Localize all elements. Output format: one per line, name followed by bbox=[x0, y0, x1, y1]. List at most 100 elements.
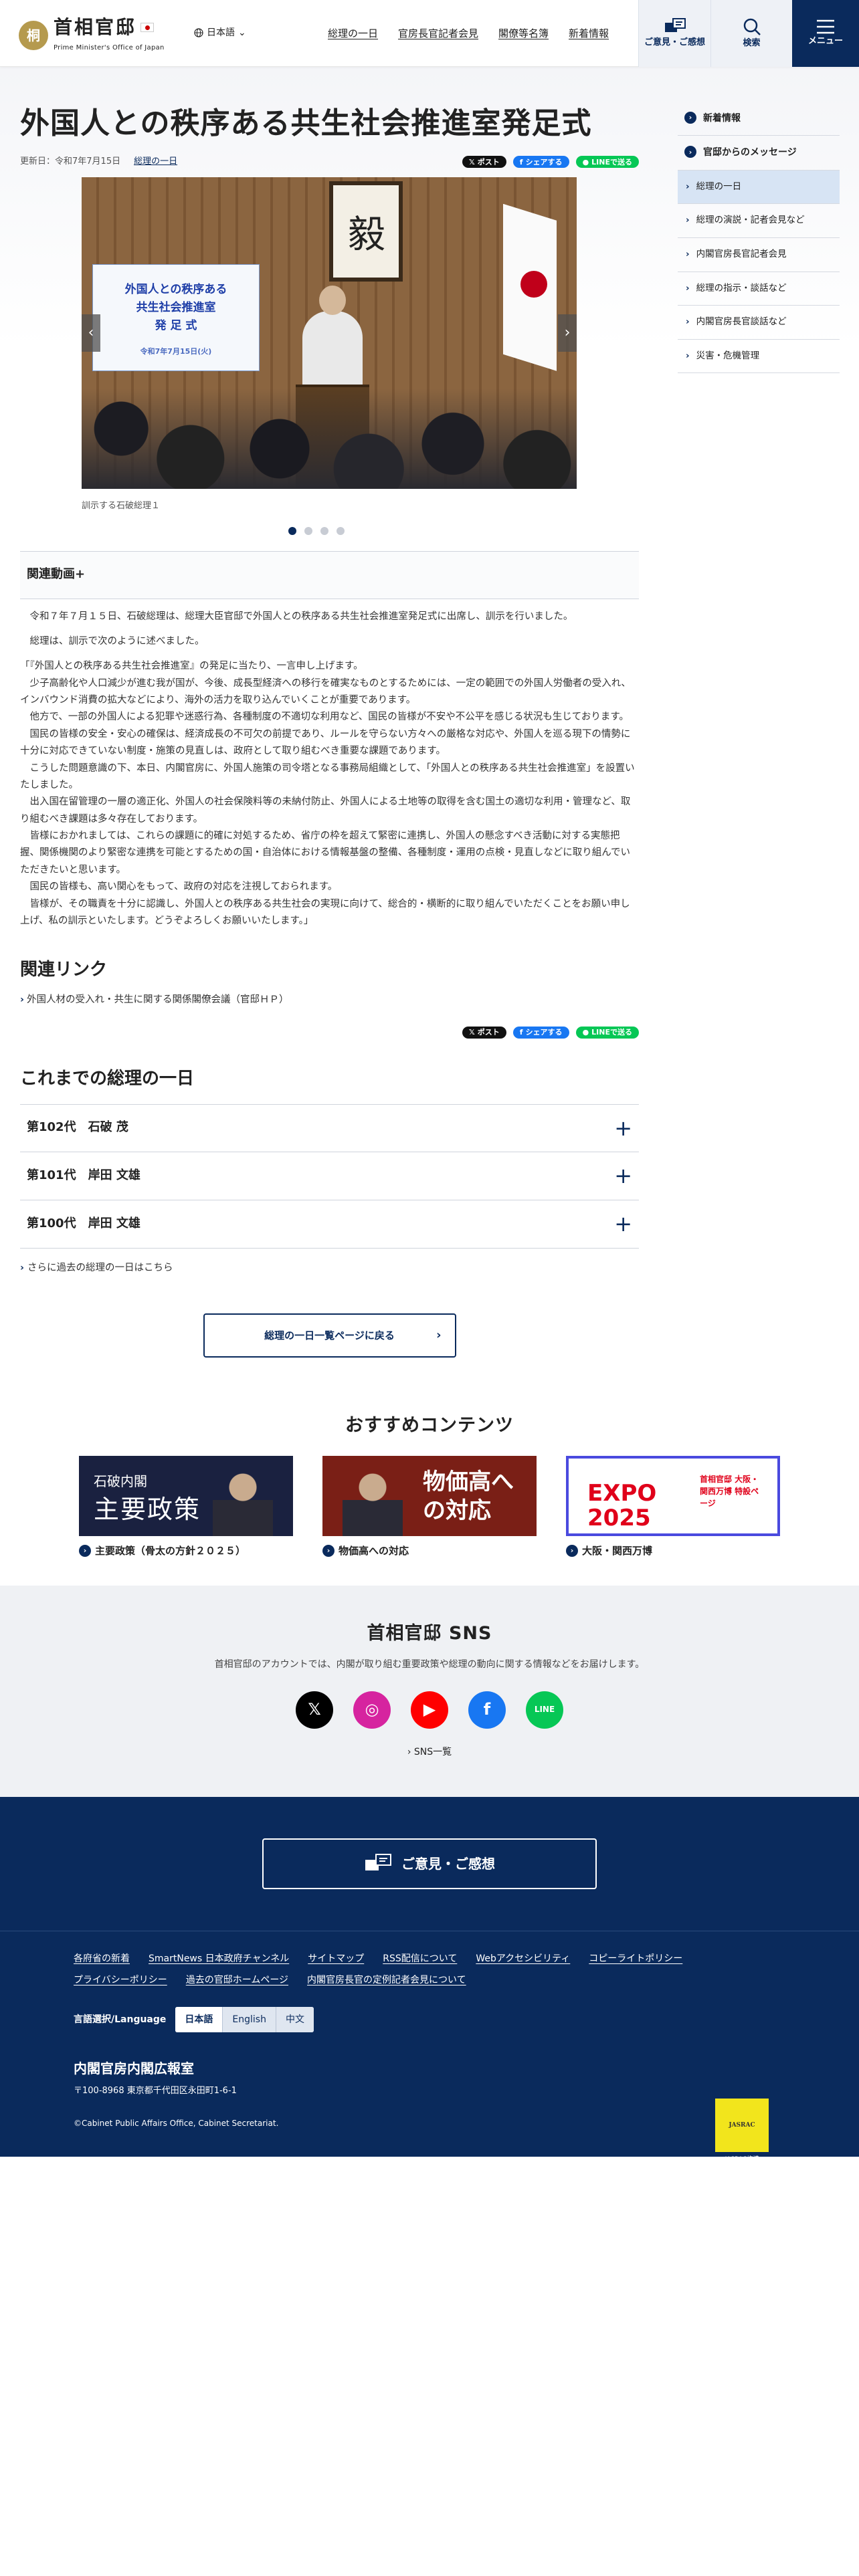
opinion-section: ご意見・ご感想 bbox=[0, 1797, 859, 1931]
slider-dot[interactable] bbox=[320, 526, 328, 535]
recommend-card-expo[interactable]: EXPO 2025 首相官邸 大阪・関西万博 特設ページ › 大阪・関西万博 bbox=[566, 1456, 780, 1559]
sidebar-item[interactable]: › 総理の演説・記者会見など bbox=[678, 204, 840, 238]
sidebar-item-label: 総理の指示・談話など bbox=[696, 282, 787, 294]
nav-item[interactable]: 官房長官記者会見 bbox=[398, 25, 478, 41]
language-switcher: 言語選択/Language 日本語 English 中文 bbox=[74, 2006, 859, 2033]
slider-dot[interactable] bbox=[304, 526, 312, 535]
footer-link[interactable]: サイトマップ bbox=[308, 1951, 364, 1966]
chevron-right-icon: › bbox=[564, 324, 571, 342]
calligraphy-frame: 毅 bbox=[329, 181, 403, 282]
accordion-title: 第100代 岸田 文雄 bbox=[27, 1216, 140, 1230]
recommend-section: おすすめコンテンツ 石破内閣 主要政策 › 主要政策（骨太の方針２０２５） 物価高… bbox=[0, 1384, 859, 1586]
language-label: 日本語 bbox=[207, 27, 235, 38]
footer-address: 〒100-8968 東京都千代田区永田町1-6-1 bbox=[74, 2086, 237, 2097]
nav-item[interactable]: 新着情報 bbox=[569, 25, 609, 41]
footer-link[interactable]: Webアクセシビリティ bbox=[476, 1951, 570, 1966]
related-video-accordion[interactable]: 関連動画 + bbox=[20, 550, 639, 599]
x-icon[interactable]: 𝕏 bbox=[296, 1691, 333, 1729]
slider-prev-button[interactable]: ‹ bbox=[82, 314, 100, 352]
site-footer: 各府省の新着 SmartNews 日本政府チャンネル サイトマップ RSS配信について… bbox=[0, 1931, 859, 2172]
footer-link[interactable]: 内閣官房長官の定例記者会見について bbox=[307, 1973, 466, 1988]
past-accordion[interactable]: 第100代 岸田 文雄 + bbox=[20, 1200, 639, 1249]
recommend-card-policy[interactable]: 石破内閣 主要政策 › 主要政策（骨太の方針２０２５） bbox=[79, 1456, 293, 1559]
sidebar-item[interactable]: › 新着情報 bbox=[678, 102, 840, 136]
opinion-button[interactable]: ご意見・ご感想 bbox=[262, 1838, 597, 1890]
share-fb-label: シェアする bbox=[525, 157, 563, 167]
language-option[interactable]: 日本語 bbox=[175, 2006, 223, 2033]
line-icon[interactable]: LINE bbox=[526, 1691, 563, 1729]
speech-paragraph: 皆様におかれましては、これらの課題に的確に対処するため、省庁の枠を超えて緊密に連… bbox=[20, 831, 631, 875]
body-paragraph: 令和７年７月１５日、石破総理は、総理大臣官邸で外国人との秩序ある共生社会推進室発… bbox=[29, 611, 573, 622]
chevron-right-icon: › bbox=[407, 1746, 414, 1757]
instagram-icon[interactable]: ◎ bbox=[353, 1691, 391, 1729]
sidebar-item[interactable]: › 総理の一日 bbox=[678, 170, 840, 205]
share-x-button[interactable]: 𝕏 ポスト bbox=[462, 156, 506, 169]
sidebar-item-label: 総理の演説・記者会見など bbox=[696, 215, 805, 226]
plus-icon: + bbox=[75, 567, 86, 582]
related-link[interactable]: › 外国人材の受入れ・共生に関する関係閣僚会議（官邸ＨＰ） bbox=[20, 994, 288, 1005]
globe-icon bbox=[194, 28, 203, 37]
footer-link[interactable]: RSS配信について bbox=[383, 1951, 457, 1966]
past-accordion[interactable]: 第101代 岸田 文雄 + bbox=[20, 1152, 639, 1200]
language-selector[interactable]: 日本語 ⌄ bbox=[194, 25, 246, 40]
more-past-link[interactable]: › さらに過去の総理の一日はこちら bbox=[20, 1263, 173, 1273]
accordion-title: 関連動画 bbox=[27, 567, 75, 582]
share-x-button[interactable]: 𝕏 ポスト bbox=[462, 1027, 506, 1039]
jasrac-badge: JASRAC JASRAC許諾 第J250902770号 bbox=[715, 2099, 769, 2174]
audience bbox=[82, 388, 577, 489]
footer-link[interactable]: 各府省の新着 bbox=[74, 1951, 130, 1966]
share-line-button[interactable]: ● LINEで送る bbox=[575, 156, 639, 169]
sns-list-link[interactable]: › SNS一覧 bbox=[407, 1747, 452, 1757]
sidebar-item[interactable]: › 内閣官房長官談話など bbox=[678, 306, 840, 340]
slider-dot[interactable] bbox=[288, 526, 296, 535]
sidebar-item-label: 総理の一日 bbox=[696, 181, 742, 192]
speech-paragraph: 「『外国人との秩序ある共生社会推進室』の発足に当たり、一言申し上げます。 bbox=[20, 661, 363, 672]
plus-icon: + bbox=[614, 1211, 632, 1237]
facebook-icon[interactable]: f bbox=[468, 1691, 506, 1729]
footer-link[interactable]: プライバシーポリシー bbox=[74, 1973, 167, 1988]
article-meta: 更新日：令和7年7月15日 総理の一日 𝕏 ポスト f シェアする ● LINEで送る bbox=[20, 155, 639, 169]
sidebar-item[interactable]: › 内閣官房長官記者会見 bbox=[678, 238, 840, 272]
chevron-right-icon: › bbox=[436, 1327, 442, 1342]
footer-link[interactable]: コピーライトポリシー bbox=[589, 1951, 682, 1966]
speech-paragraph: 国民の皆様の安全・安心の確保は、経済成長の不可欠の前提であり、ルールを守らない方… bbox=[20, 728, 631, 757]
global-nav: 総理の一日 官房長官記者会見 閣僚等名簿 新着情報 bbox=[328, 25, 609, 41]
banner-text: 首相官邸 大阪・関西万博 特設ページ bbox=[700, 1475, 759, 1509]
nav-item[interactable]: 総理の一日 bbox=[328, 25, 378, 41]
sidebar-item[interactable]: › 総理の指示・談話など bbox=[678, 272, 840, 306]
back-to-list-button[interactable]: 総理の一日一覧ページに戻る › bbox=[203, 1313, 456, 1358]
page-title: 外国人との秩序ある共生社会推進室発足式 bbox=[20, 106, 592, 140]
share-line-button[interactable]: ● LINEで送る bbox=[575, 1027, 639, 1039]
chevron-left-icon: ‹ bbox=[88, 324, 94, 342]
speaker-figure bbox=[302, 285, 363, 388]
nav-item[interactable]: 閣僚等名簿 bbox=[498, 25, 549, 41]
share-facebook-button[interactable]: f シェアする bbox=[512, 156, 569, 169]
opinion-header-button[interactable]: ご意見・ご感想 bbox=[638, 0, 710, 67]
speech-paragraph: 少子高齢化や人口減少が進む我が国が、今後、成長型経済への移行を確実なものとするた… bbox=[20, 677, 631, 706]
past-accordion[interactable]: 第102代 石破 茂 + bbox=[20, 1103, 639, 1152]
sidebar-item[interactable]: › 災害・危機管理 bbox=[678, 340, 840, 374]
chevron-right-icon: › bbox=[566, 1545, 578, 1558]
banner-text: 物価高への対応 bbox=[423, 1469, 514, 1524]
language-option[interactable]: 中文 bbox=[275, 2006, 314, 2033]
sidebar-item-label: 内閣官房長官記者会見 bbox=[696, 248, 787, 259]
slider-dot[interactable] bbox=[336, 526, 345, 535]
share-facebook-button[interactable]: f シェアする bbox=[512, 1027, 569, 1039]
menu-button[interactable]: メニュー bbox=[792, 0, 859, 67]
search-button[interactable]: 検索 bbox=[710, 0, 792, 67]
recommend-card-prices[interactable]: 物価高への対応 › 物価高への対応 bbox=[322, 1456, 537, 1559]
chevron-right-icon: › bbox=[684, 146, 696, 158]
footer-link[interactable]: 過去の官邸ホームページ bbox=[186, 1973, 288, 1988]
category-link[interactable]: 総理の一日 bbox=[134, 155, 177, 169]
slider-next-button[interactable]: › bbox=[558, 314, 577, 352]
footer-link[interactable]: SmartNews 日本政府チャンネル bbox=[149, 1951, 289, 1966]
sidebar-item[interactable]: › 官邸からのメッセージ bbox=[678, 136, 840, 171]
language-option[interactable]: English bbox=[222, 2006, 276, 2033]
jasrac-text: JASRAC許諾 bbox=[725, 2156, 759, 2163]
photo-slider: 毅 外国人との秩序ある 共生社会推進室 発 足 式 令和7年7月15日(火) ‹… bbox=[82, 177, 577, 489]
youtube-icon[interactable]: ▶ bbox=[411, 1691, 448, 1729]
site-logo[interactable]: 桐 首相官邸 Prime Minister's Office of Japan bbox=[19, 17, 165, 54]
flag-image bbox=[503, 203, 557, 371]
sns-heading: 首相官邸 SNS bbox=[367, 1623, 492, 1644]
x-logo-icon: 𝕏 bbox=[468, 157, 475, 167]
